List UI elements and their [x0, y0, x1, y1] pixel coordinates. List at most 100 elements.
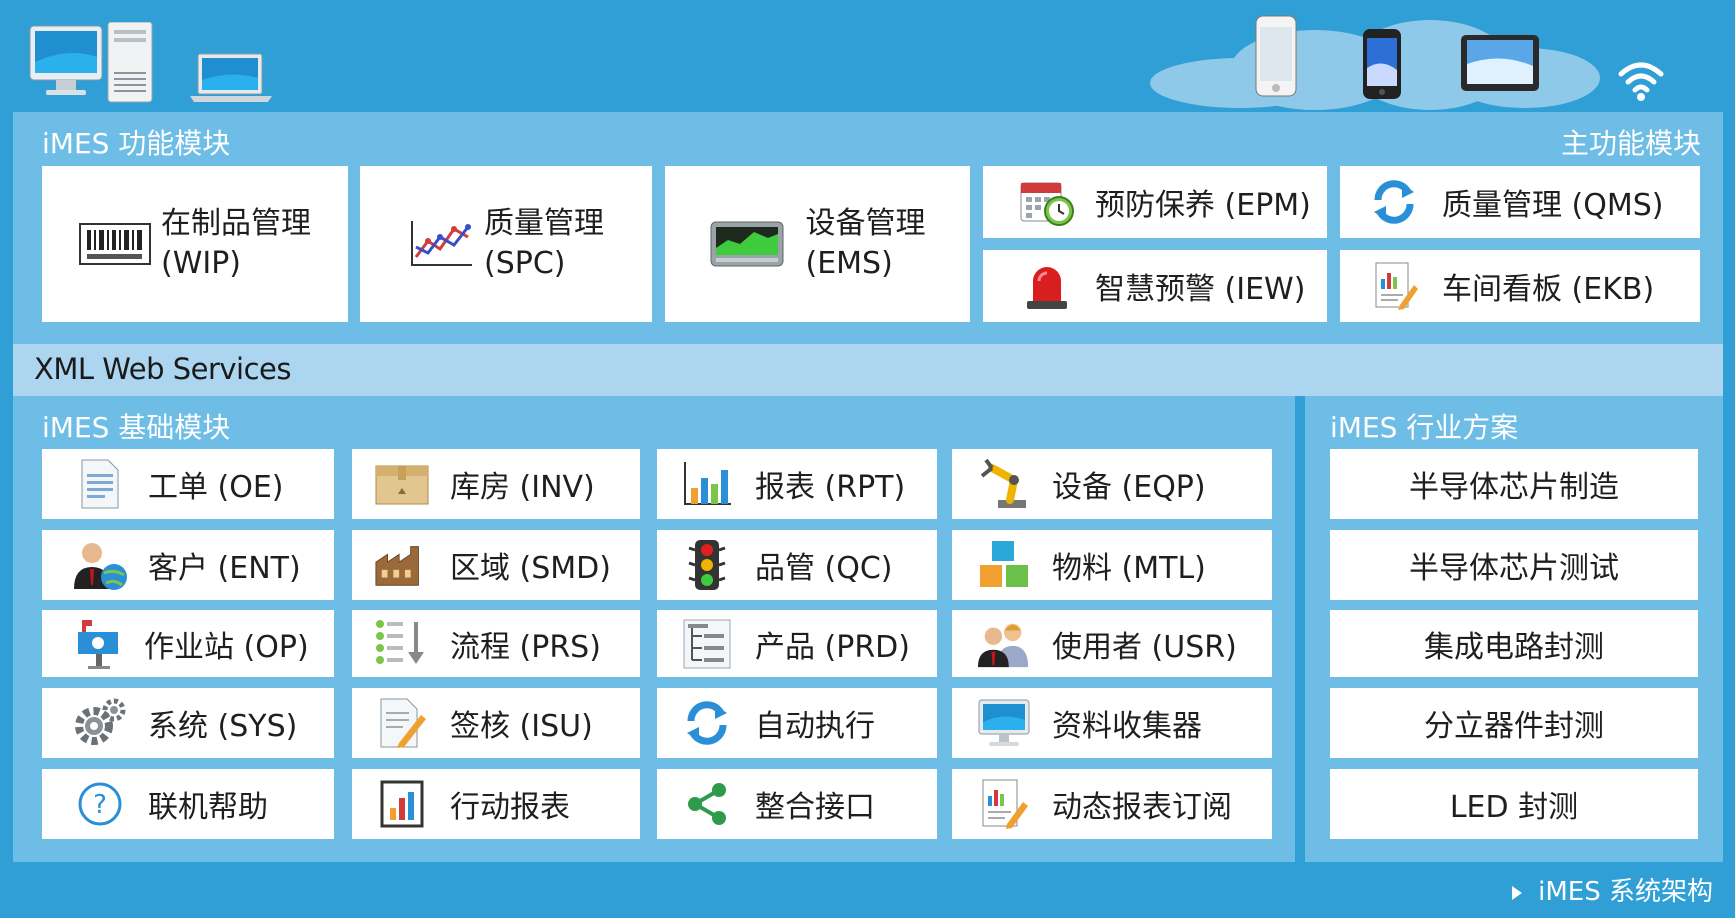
module-epm[interactable]: 预防保养 (EPM)	[983, 166, 1327, 238]
module-qms[interactable]: 质量管理 (QMS)	[1340, 166, 1700, 238]
module-oe[interactable]: 工单 (OE)	[42, 449, 334, 519]
module-isu[interactable]: 签核 (ISU)	[352, 688, 640, 758]
module-collector[interactable]: 资料收集器	[952, 688, 1272, 758]
gear-icon	[72, 695, 128, 751]
traffic-light-icon	[679, 537, 735, 593]
box-icon	[374, 456, 430, 512]
module-rpt[interactable]: 报表 (RPT)	[657, 449, 937, 519]
industry-item-label: LED 封测	[1449, 790, 1579, 825]
document-icon	[72, 456, 128, 512]
robot-arm-icon	[976, 456, 1032, 512]
svg-text:?: ?	[93, 790, 107, 820]
module-smd[interactable]: 区域 (SMD)	[352, 530, 640, 600]
industry-title: iMES 行业方案	[1330, 411, 1519, 444]
industry-item[interactable]: 半导体芯片测试	[1330, 530, 1698, 600]
report-subscribe-icon	[976, 776, 1032, 832]
module-qc-label: 品管 (QC)	[755, 551, 893, 586]
wifi-icon	[1618, 60, 1664, 102]
tablet-icon	[1460, 34, 1540, 92]
module-ems-code: (EMS)	[805, 246, 893, 281]
module-prs[interactable]: 流程 (PRS)	[352, 610, 640, 677]
cubes-icon	[976, 537, 1032, 593]
module-inv-label: 库房 (INV)	[450, 470, 595, 505]
module-integration-label: 整合接口	[755, 790, 875, 825]
module-wip-name: 在制品管理	[161, 206, 311, 241]
mobile-report-icon	[374, 776, 430, 832]
alarm-light-icon	[1019, 258, 1075, 314]
industry-item-label: 半导体芯片测试	[1409, 551, 1619, 586]
module-ent[interactable]: 客户 (ENT)	[42, 530, 334, 600]
module-isu-label: 签核 (ISU)	[450, 709, 593, 744]
module-collector-label: 资料收集器	[1052, 709, 1202, 744]
base-module-title: iMES 基础模块	[42, 411, 231, 444]
equipment-monitor-icon	[710, 216, 784, 272]
main-module-subtitle: 主功能模块	[1560, 127, 1701, 160]
module-prd-label: 产品 (PRD)	[755, 629, 910, 665]
module-sys-label: 系统 (SYS)	[148, 709, 298, 744]
smartphone-white-icon	[1255, 15, 1297, 97]
module-auto[interactable]: 自动执行	[657, 688, 937, 758]
industry-item-label: 半导体芯片制造	[1409, 470, 1619, 505]
module-iew[interactable]: 智慧预警 (IEW)	[983, 250, 1327, 322]
share-icon	[679, 776, 735, 832]
module-wip-code: (WIP)	[161, 246, 242, 281]
industry-item-label: 分立器件封测	[1424, 709, 1604, 744]
module-ent-label: 客户 (ENT)	[148, 551, 301, 586]
module-integration[interactable]: 整合接口	[657, 769, 937, 839]
xml-services-label: XML Web Services	[34, 352, 292, 386]
module-epm-label: 预防保养 (EPM)	[1095, 188, 1311, 223]
barcode-icon	[79, 216, 151, 272]
module-ems-name: 设备管理	[805, 206, 926, 241]
module-smd-label: 区域 (SMD)	[450, 551, 611, 586]
industry-item[interactable]: 分立器件封测	[1330, 688, 1698, 758]
product-tree-icon	[679, 616, 735, 672]
module-ekb-label: 车间看板 (EKB)	[1442, 272, 1655, 307]
desktop-computer-icon	[28, 21, 156, 104]
module-spc[interactable]: 质量管理 (SPC)	[360, 166, 652, 322]
module-op[interactable]: 作业站 (OP)	[42, 610, 334, 677]
module-ems[interactable]: 设备管理 (EMS)	[665, 166, 970, 322]
module-usr-label: 使用者 (USR)	[1052, 629, 1237, 665]
module-rpt-label: 报表 (RPT)	[755, 470, 906, 505]
module-ekb[interactable]: 车间看板 (EKB)	[1340, 250, 1700, 322]
refresh-icon	[679, 695, 735, 751]
module-qc[interactable]: 品管 (QC)	[657, 530, 937, 600]
main-module-title: iMES 功能模块	[42, 127, 231, 160]
footer-link[interactable]: iMES 系统架构	[1512, 871, 1713, 908]
module-report-subscribe[interactable]: 动态报表订阅	[952, 769, 1272, 839]
module-spc-name: 质量管理	[484, 206, 604, 241]
module-wip[interactable]: 在制品管理 (WIP)	[42, 166, 348, 322]
module-usr[interactable]: 使用者 (USR)	[952, 610, 1272, 677]
factory-icon	[374, 537, 430, 593]
help-icon: ?	[72, 776, 128, 832]
sign-document-icon	[374, 695, 430, 751]
module-prd[interactable]: 产品 (PRD)	[657, 610, 937, 677]
module-spc-code: (SPC)	[484, 246, 566, 281]
footer-label: iMES 系统架构	[1538, 877, 1713, 907]
module-eqp-label: 设备 (EQP)	[1052, 470, 1206, 505]
module-qms-label: 质量管理 (QMS)	[1442, 188, 1664, 223]
module-report-subscribe-label: 动态报表订阅	[1052, 790, 1232, 825]
line-chart-icon	[408, 216, 474, 272]
calendar-clock-icon	[1019, 174, 1075, 230]
module-inv[interactable]: 库房 (INV)	[352, 449, 640, 519]
module-mtl[interactable]: 物料 (MTL)	[952, 530, 1272, 600]
refresh-icon	[1366, 174, 1422, 230]
computer-monitor-icon	[976, 695, 1032, 751]
industry-item[interactable]: 集成电路封测	[1330, 610, 1698, 677]
laptop-icon	[190, 52, 272, 104]
module-sys[interactable]: 系统 (SYS)	[42, 688, 334, 758]
play-triangle-icon	[1512, 885, 1523, 900]
industry-item-label: 集成电路封测	[1424, 629, 1604, 665]
module-eqp[interactable]: 设备 (EQP)	[952, 449, 1272, 519]
module-prs-label: 流程 (PRS)	[450, 629, 601, 665]
module-auto-label: 自动执行	[755, 709, 875, 744]
industry-item[interactable]: LED 封测	[1330, 769, 1698, 839]
module-mobile-report-label: 行动报表	[450, 790, 570, 825]
industry-item[interactable]: 半导体芯片制造	[1330, 449, 1698, 519]
users-icon	[976, 616, 1032, 672]
module-help[interactable]: ? 联机帮助	[42, 769, 334, 839]
mailbox-icon	[72, 616, 128, 672]
module-iew-label: 智慧预警 (IEW)	[1095, 272, 1306, 307]
module-mobile-report[interactable]: 行动报表	[352, 769, 640, 839]
